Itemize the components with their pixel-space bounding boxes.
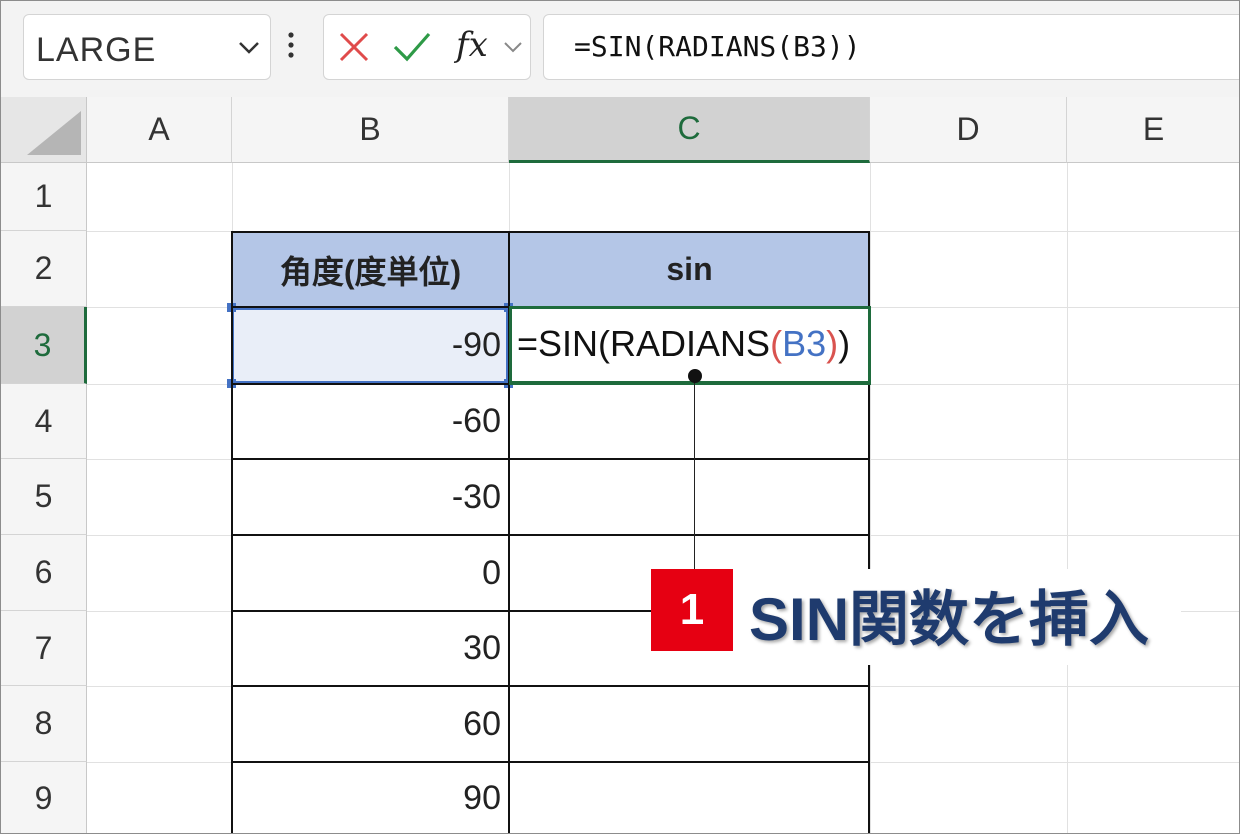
cell-b8[interactable]: 60 [232, 686, 509, 762]
select-all-triangle-icon [27, 111, 81, 155]
chevron-down-icon[interactable] [236, 35, 262, 59]
gridline [870, 163, 871, 833]
formula-input[interactable]: =SIN(RADIANS(B3)) [543, 14, 1239, 80]
row-header-8[interactable]: 8 [1, 686, 87, 762]
spreadsheet-window: LARGE fx =SIN(RADIANS(B3)) A B C D E 1 2… [0, 0, 1240, 834]
cell-b3[interactable]: -90 [232, 307, 509, 384]
callout-line [694, 377, 695, 571]
step-badge: 1 [651, 569, 733, 651]
column-header-b[interactable]: B [232, 97, 509, 163]
chevron-down-icon[interactable] [502, 37, 524, 57]
gridline [1067, 163, 1068, 833]
row-header-2[interactable]: 2 [1, 231, 87, 307]
table-border [231, 761, 870, 763]
name-box-value: LARGE [36, 31, 157, 69]
column-header-c[interactable]: C [509, 97, 870, 163]
column-header-d[interactable]: D [870, 97, 1067, 163]
cell-b2[interactable]: 角度(度単位) [232, 232, 509, 307]
table-border [231, 685, 870, 687]
row-header-3[interactable]: 3 [1, 307, 87, 384]
more-options-icon[interactable] [286, 31, 296, 63]
cell-c3-formula[interactable]: =SIN(RADIANS(B3)) [517, 323, 850, 365]
select-all-button[interactable] [1, 97, 87, 163]
row-header-5[interactable]: 5 [1, 459, 87, 535]
formula-paren-close: ) [826, 323, 839, 364]
cell-b6[interactable]: 0 [232, 535, 509, 611]
formula-bar: LARGE fx =SIN(RADIANS(B3)) [1, 1, 1239, 97]
callout-dot [688, 369, 702, 383]
formula-final-paren: ) [838, 323, 851, 364]
formula-function-part: =SIN(RADIANS [517, 323, 771, 364]
table-border [231, 534, 870, 536]
cell-b9[interactable]: 90 [232, 762, 509, 833]
check-icon[interactable] [392, 29, 432, 65]
name-box[interactable]: LARGE [23, 14, 271, 80]
formula-input-text: =SIN(RADIANS(B3)) [574, 30, 861, 63]
row-header-9[interactable]: 9 [1, 762, 87, 833]
cell-c2[interactable]: sin [509, 232, 870, 307]
column-header-e[interactable]: E [1067, 97, 1239, 163]
column-header-a[interactable]: A [87, 97, 232, 163]
table-border [231, 231, 233, 833]
formula-actions: fx [323, 14, 531, 80]
insert-function-button[interactable]: fx [456, 25, 488, 65]
cell-b4[interactable]: -60 [232, 384, 509, 459]
row-header-1[interactable]: 1 [1, 163, 87, 231]
callout-label: SIN関数を挿入 [749, 586, 1150, 653]
formula-paren-open: ( [770, 323, 783, 364]
cell-b5[interactable]: -30 [232, 459, 509, 535]
row-header-7[interactable]: 7 [1, 611, 87, 686]
table-border [231, 231, 870, 233]
row-header-4[interactable]: 4 [1, 384, 87, 459]
cancel-icon[interactable] [336, 29, 372, 65]
cell-b7[interactable]: 30 [232, 611, 509, 686]
table-border [231, 458, 870, 460]
formula-cell-reference: B3 [782, 323, 827, 364]
row-header-6[interactable]: 6 [1, 535, 87, 611]
